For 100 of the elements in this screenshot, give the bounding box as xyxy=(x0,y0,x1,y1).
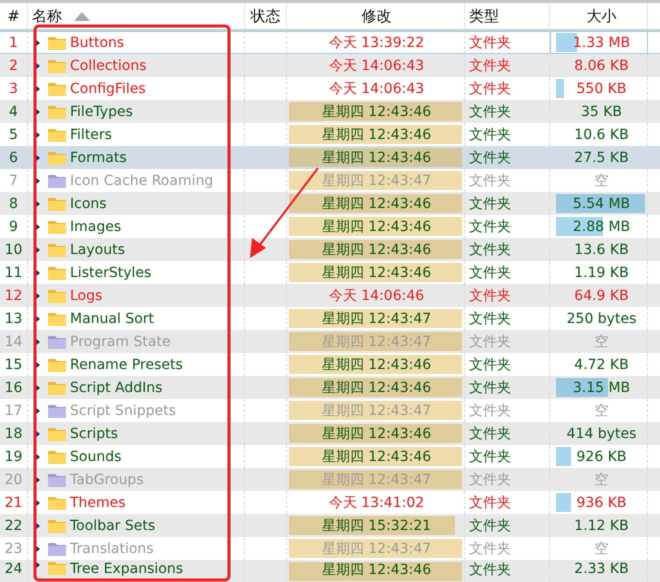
expand-arrow-icon[interactable] xyxy=(35,154,40,162)
file-row[interactable]: 18 Scripts 星期四 12:43:46 文件夹 414 bytes xyxy=(0,422,660,445)
expand-arrow-icon[interactable] xyxy=(35,62,40,70)
file-type: 文件夹 xyxy=(469,264,511,282)
column-header[interactable]: 修改 xyxy=(287,3,465,29)
expand-arrow-icon[interactable] xyxy=(35,561,40,569)
expand-arrow-icon[interactable] xyxy=(35,384,40,392)
file-type: 文件夹 xyxy=(469,310,511,328)
file-size: 1.19 KB xyxy=(574,264,629,280)
expand-arrow-icon[interactable] xyxy=(35,108,40,116)
modified-date: 星期四 12:43:47 xyxy=(322,332,432,350)
file-size: 936 KB xyxy=(576,494,626,510)
expand-arrow-icon[interactable] xyxy=(35,130,40,138)
file-type: 文件夹 xyxy=(469,56,511,74)
file-size: 1.33 MB xyxy=(572,34,630,50)
expand-arrow-icon[interactable] xyxy=(35,84,40,92)
modified-date: 星期四 12:43:46 xyxy=(322,126,432,144)
file-type: 文件夹 xyxy=(469,332,511,350)
file-name: ConfigFiles xyxy=(70,80,146,96)
expand-arrow-icon[interactable] xyxy=(35,430,40,438)
expand-arrow-icon[interactable] xyxy=(35,522,40,530)
folder-icon xyxy=(48,242,66,256)
expand-arrow-icon[interactable] xyxy=(35,476,40,484)
expand-arrow-icon[interactable] xyxy=(35,544,40,552)
file-type: 文件夹 xyxy=(469,218,511,236)
expand-arrow-icon[interactable] xyxy=(35,246,40,254)
modified-date: 星期四 12:43:46 xyxy=(322,448,432,466)
modified-date: 今天 14:06:43 xyxy=(328,80,424,98)
file-row[interactable]: 16 Script AddIns 星期四 12:43:46 文件夹 3.15 MB xyxy=(0,376,660,399)
expand-arrow-icon[interactable] xyxy=(35,268,40,276)
column-header[interactable]: 名称 xyxy=(28,3,245,29)
row-number: 12 xyxy=(4,288,22,304)
file-type: 文件夹 xyxy=(469,402,511,420)
column-label: 状态 xyxy=(250,6,280,26)
folder-icon xyxy=(48,380,66,394)
file-size: 64.9 KB xyxy=(574,288,629,304)
file-size: 空 xyxy=(594,332,608,350)
file-size: 4.72 KB xyxy=(574,356,629,372)
expand-arrow-icon[interactable] xyxy=(35,452,40,460)
column-header[interactable]: 类型 xyxy=(465,3,550,29)
row-number: 14 xyxy=(4,334,22,350)
expand-arrow-icon[interactable] xyxy=(35,176,40,184)
row-number: 3 xyxy=(9,80,18,96)
file-size: 2.33 KB xyxy=(574,561,629,577)
modified-date: 星期四 12:43:47 xyxy=(322,402,432,420)
modified-date: 星期四 15:32:21 xyxy=(322,516,432,534)
row-number: 23 xyxy=(4,540,22,556)
file-name: Tree Expansions xyxy=(70,561,184,577)
expand-arrow-icon[interactable] xyxy=(35,314,40,322)
row-number: 10 xyxy=(4,242,22,258)
column-header[interactable]: # xyxy=(0,3,28,29)
expand-arrow-icon[interactable] xyxy=(35,222,40,230)
column-label: 类型 xyxy=(469,6,499,26)
modified-date: 星期四 12:43:46 xyxy=(322,356,432,374)
file-size: 空 xyxy=(594,172,608,190)
expand-arrow-icon[interactable] xyxy=(35,406,40,414)
expand-arrow-icon[interactable] xyxy=(35,292,40,300)
expand-arrow-icon[interactable] xyxy=(35,360,40,368)
row-number: 15 xyxy=(4,356,22,372)
file-name: Layouts xyxy=(70,242,125,258)
file-type: 文件夹 xyxy=(469,540,511,558)
modified-date: 星期四 12:43:47 xyxy=(322,470,432,488)
column-label: 名称 xyxy=(32,6,62,26)
modified-date: 今天 13:41:02 xyxy=(328,494,424,512)
modified-date: 星期四 12:43:46 xyxy=(322,264,432,282)
file-size: 1.12 KB xyxy=(574,518,629,534)
folder-icon xyxy=(48,82,66,96)
file-type: 文件夹 xyxy=(469,194,511,212)
file-type: 文件夹 xyxy=(469,378,511,396)
file-row[interactable]: 4 FileTypes 星期四 12:43:46 文件夹 35 KB xyxy=(0,100,660,123)
file-row[interactable]: 24 Tree Expansions 星期四 12:43:46 文件夹 2.33 KB xyxy=(0,560,660,582)
modified-date: 今天 13:39:22 xyxy=(328,34,424,52)
file-row[interactable]: 6 Formats 星期四 12:43:46 文件夹 27.5 KB xyxy=(0,146,660,169)
file-row[interactable]: 1 Buttons 今天 13:39:22 文件夹 1.33 MB xyxy=(0,31,660,54)
file-size: 10.6 KB xyxy=(574,126,629,142)
file-name: Logs xyxy=(70,288,102,304)
file-size: 8.06 KB xyxy=(574,58,629,74)
file-name: Formats xyxy=(70,150,127,166)
modified-date: 星期四 12:43:47 xyxy=(322,310,432,328)
file-row[interactable]: 22 Toolbar Sets 星期四 15:32:21 文件夹 1.12 KB xyxy=(0,514,660,537)
row-number: 6 xyxy=(9,150,18,166)
folder-icon xyxy=(48,426,66,440)
expand-arrow-icon[interactable] xyxy=(35,498,40,506)
expand-arrow-icon[interactable] xyxy=(35,338,40,346)
file-row[interactable]: 12 Logs 今天 14:06:46 文件夹 64.9 KB xyxy=(0,284,660,307)
folder-icon xyxy=(48,36,66,50)
file-row[interactable]: 10 Layouts 星期四 12:43:46 文件夹 13.6 KB xyxy=(0,238,660,261)
expand-arrow-icon[interactable] xyxy=(35,200,40,208)
file-name: Script Snippets xyxy=(70,402,176,418)
file-row[interactable]: 8 Icons 星期四 12:43:46 文件夹 5.54 MB xyxy=(0,192,660,215)
file-size: 空 xyxy=(594,540,608,558)
file-name: Images xyxy=(70,218,122,234)
column-header[interactable]: 状态 xyxy=(245,3,287,29)
column-label: 大小 xyxy=(586,6,616,26)
column-header[interactable]: 大小 xyxy=(550,3,648,29)
file-type: 文件夹 xyxy=(469,470,511,488)
expand-arrow-icon[interactable] xyxy=(35,38,40,46)
file-row[interactable]: 2 Collections 今天 14:06:43 文件夹 8.06 KB xyxy=(0,54,660,77)
folder-icon xyxy=(48,288,66,302)
file-name: Program State xyxy=(70,334,171,350)
